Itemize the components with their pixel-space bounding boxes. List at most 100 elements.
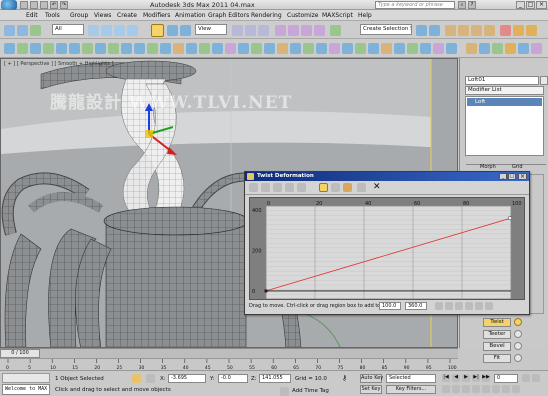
tool-icon-24[interactable] [303,43,314,54]
viewport-label[interactable]: [ + ] [ Perspective ] [ Smooth + Highlig… [4,61,113,67]
menu-animation[interactable]: Animation [175,12,206,19]
tool-icon-35[interactable] [446,43,457,54]
tool-icon-10[interactable] [121,43,132,54]
zoom-icon[interactable] [475,302,483,310]
new-icon[interactable] [20,1,28,9]
create-panel-icon[interactable] [466,43,477,54]
maximize-button[interactable]: □ [526,1,535,9]
key-icon[interactable]: ⚷ [342,375,356,383]
go-to-start-icon[interactable]: |◀ [442,374,450,382]
twist-bulb-icon[interactable] [514,318,522,326]
play-icon[interactable]: ▶ [462,374,470,382]
tool-icon-11[interactable] [134,43,145,54]
link-icon[interactable] [30,25,41,36]
tool-icon-31[interactable] [394,43,405,54]
twist-x-field[interactable]: 100.0 [379,302,401,310]
display-xy-axes-icon[interactable] [285,183,294,192]
zoom-viewport-icon[interactable] [442,385,450,393]
undo-toolbar-icon[interactable] [4,25,15,36]
tool-icon-25[interactable] [316,43,327,54]
search-input[interactable]: Type a keyword or phrase [375,1,455,9]
dialog-minimize-button[interactable]: _ [499,173,507,180]
zoom-extents-icon[interactable] [445,302,453,310]
absolute-mode-icon[interactable] [146,374,155,383]
tool-icon-21[interactable] [264,43,275,54]
modifier-list-dropdown[interactable]: Modifier List [465,86,544,95]
tool-icon-27[interactable] [342,43,353,54]
tool-icon-33[interactable] [420,43,431,54]
tool-icon-5[interactable] [56,43,67,54]
help-icon[interactable]: ? [468,1,476,9]
twist-button[interactable]: Twist [483,318,511,327]
maxscript-listener[interactable]: Welcome to MAX [2,384,50,395]
object-name-field[interactable]: Loft01 [465,76,539,85]
menu-create[interactable]: Create [117,12,137,19]
twist-graph[interactable]: 0 20 40 60 80 100 400 200 0 [249,197,525,300]
ref-coord-dropdown[interactable]: View [195,24,227,35]
tool-icon-14[interactable] [173,43,184,54]
display-x-axis-icon[interactable] [261,183,270,192]
menu-maxscript[interactable]: MAXScript [322,12,353,19]
fit-bulb-icon[interactable] [514,354,522,362]
time-config-icon[interactable] [532,374,540,382]
tool-icon-13[interactable] [160,43,171,54]
delete-control-point-icon[interactable] [357,183,366,192]
tool-icon-22[interactable] [277,43,288,54]
object-color-swatch[interactable] [540,76,548,85]
scale-control-point-icon[interactable] [331,183,340,192]
time-slider-thumb[interactable]: 0 / 100 [0,349,40,358]
tool-icon-6[interactable] [69,43,80,54]
tool-icon-34[interactable] [433,43,444,54]
dialog-maximize-button[interactable]: □ [508,173,516,180]
utilities-panel-icon[interactable] [531,43,542,54]
tool-icon-9[interactable] [108,43,119,54]
graphite-tools-icon[interactable] [458,25,469,36]
app-menu-button[interactable] [1,0,17,10]
keyboard-shortcut-icon[interactable] [258,25,269,36]
rect-region-icon[interactable] [114,25,125,36]
redo-icon[interactable]: ↷ [60,1,68,9]
material-editor-icon[interactable] [500,25,511,36]
time-slider[interactable]: 0 / 100 [0,348,458,358]
display-panel-icon[interactable] [518,43,529,54]
zoom-region-icon[interactable] [485,302,493,310]
field-of-view-icon[interactable] [482,385,490,393]
select-move-icon[interactable] [151,24,164,37]
save-icon[interactable] [40,1,48,9]
orbit-icon[interactable] [502,385,510,393]
menu-graph-editors[interactable]: Graph Editors [208,12,249,19]
add-time-tag[interactable]: Add Time Tag [292,388,329,394]
maximize-viewport-icon[interactable] [512,385,520,393]
minimize-button[interactable]: _ [516,1,525,9]
tool-icon-2[interactable] [17,43,28,54]
menu-modifiers[interactable]: Modifiers [143,12,170,19]
set-key-button[interactable]: Set Key [360,385,382,394]
open-icon[interactable] [30,1,38,9]
insert-control-point-icon[interactable] [343,183,352,192]
named-selection-dropdown[interactable]: Create Selection Set [360,24,412,35]
tool-icon-19[interactable] [238,43,249,54]
fit-button[interactable]: Fit [483,354,511,363]
zoom-extents-all-icon[interactable] [472,385,480,393]
tool-icon-7[interactable] [82,43,93,54]
curve-editor-icon[interactable] [471,25,482,36]
teeter-bulb-icon[interactable] [514,330,522,338]
motion-panel-icon[interactable] [505,43,516,54]
stack-item-loft[interactable]: Loft [467,98,542,106]
menu-help[interactable]: Help [358,12,372,19]
zoom-vertical-icon[interactable] [465,302,473,310]
menu-group[interactable]: Group [70,12,88,19]
twist-y-field[interactable]: 360.0 [405,302,427,310]
make-symmetrical-icon[interactable] [249,183,258,192]
zoom-extents-viewport-icon[interactable] [462,385,470,393]
hierarchy-panel-icon[interactable] [492,43,503,54]
auto-key-button[interactable]: Auto Key [360,374,383,383]
undo-icon[interactable]: ↶ [50,1,58,9]
tool-icon-26[interactable] [329,43,340,54]
tool-icon-28[interactable] [355,43,366,54]
maxscript-mini-field[interactable] [2,373,50,383]
select-scale-icon[interactable] [180,25,191,36]
tool-icon-29[interactable] [368,43,379,54]
tool-icon-18[interactable] [225,43,236,54]
manipulate-icon[interactable] [245,25,256,36]
